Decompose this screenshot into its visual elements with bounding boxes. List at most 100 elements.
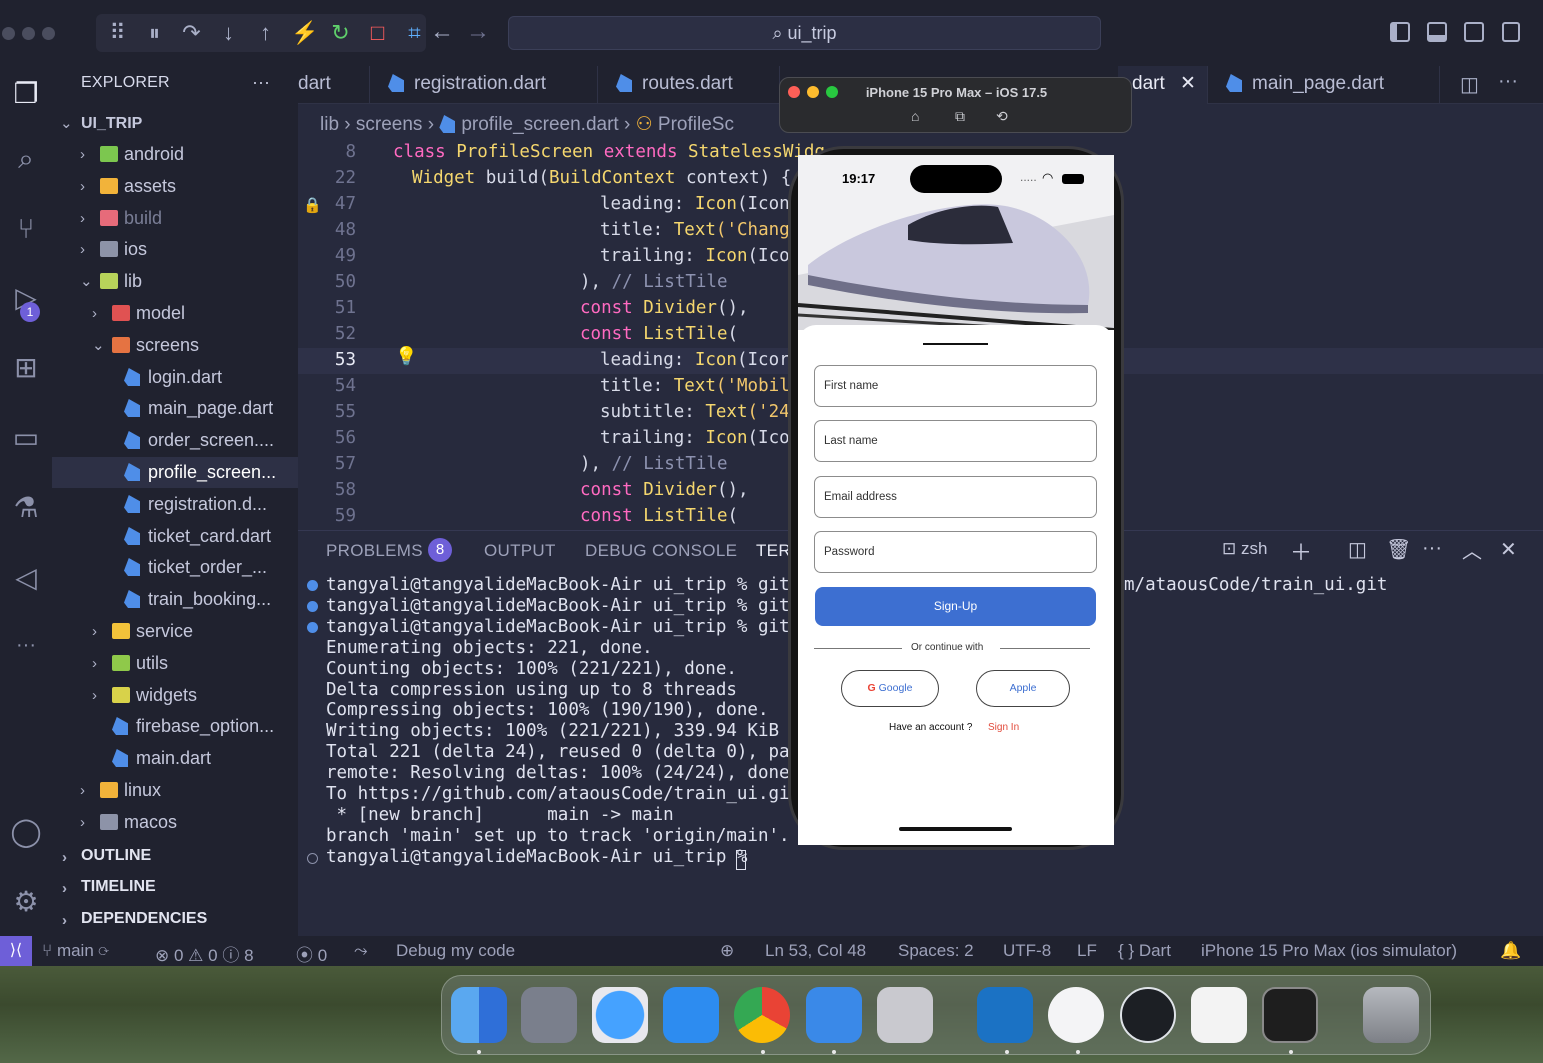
trash-can-icon[interactable] — [1363, 987, 1419, 1043]
app-store-icon[interactable] — [663, 987, 719, 1043]
forward-arrow-icon[interactable]: → — [466, 18, 490, 46]
first-name-field[interactable]: First name — [814, 365, 1097, 407]
file-tree-item[interactable]: › utils — [52, 648, 298, 679]
last-name-field[interactable]: Last name — [814, 420, 1097, 462]
file-tree-item[interactable]: › macos — [52, 807, 298, 838]
toggle-secondary-sidebar-icon[interactable] — [1464, 22, 1484, 42]
step-into-icon[interactable]: ↓ — [217, 14, 240, 52]
file-tree-item[interactable]: › service — [52, 616, 298, 647]
finder-icon[interactable] — [451, 987, 507, 1043]
settings-gear-icon[interactable]: ⚙ — [0, 876, 52, 926]
tab-routes[interactable]: routes.dart — [598, 66, 780, 104]
textedit-icon[interactable] — [1191, 987, 1247, 1043]
cursor-position[interactable]: Ln 53, Col 48 — [765, 941, 866, 961]
launchpad-icon[interactable] — [521, 987, 577, 1043]
toggle-panel-icon[interactable] — [1427, 22, 1447, 42]
tab-partial[interactable]: dart — [298, 66, 370, 104]
pause-icon[interactable]: ⏸ — [143, 14, 166, 52]
trash-icon[interactable]: 🗑 — [1386, 537, 1411, 562]
sign-up-button[interactable]: Sign-Up — [815, 587, 1096, 626]
explorer-root[interactable]: ⌄ UI_TRIP — [52, 108, 298, 139]
source-control-icon[interactable]: ⑂ — [0, 204, 52, 254]
lightbulb-icon[interactable]: 💡 — [395, 346, 417, 367]
debug-status[interactable]: ⤳ — [354, 941, 368, 961]
apple-button[interactable]: Apple — [976, 670, 1070, 707]
customize-layout-icon[interactable] — [1502, 22, 1520, 42]
debug-config[interactable]: Debug my code — [396, 941, 515, 961]
file-tree-item[interactable]: › model — [52, 298, 298, 329]
hot-reload-icon[interactable]: ⚡ — [291, 14, 318, 52]
step-over-icon[interactable]: ↷ — [180, 14, 203, 52]
browser-icon[interactable] — [1120, 987, 1176, 1043]
password-field[interactable]: Password — [814, 531, 1097, 573]
more-icon[interactable]: ··· — [0, 620, 52, 670]
file-tree-item[interactable]: registration.d... — [52, 489, 298, 520]
breadcrumb-screens[interactable]: screens — [356, 114, 423, 135]
terminal-shell[interactable]: ⊡ zsh — [1222, 539, 1267, 559]
step-out-icon[interactable]: ↑ — [254, 14, 277, 52]
encoding[interactable]: UTF-8 — [1003, 941, 1051, 961]
remote-explorer-icon[interactable]: ▭ — [0, 412, 52, 462]
section-outline[interactable]: › OUTLINE — [62, 847, 151, 866]
explorer-more-icon[interactable]: ··· — [252, 72, 270, 93]
explorer-icon[interactable]: ❐ — [0, 68, 52, 118]
file-tree-item[interactable]: ticket_card.dart — [52, 521, 298, 552]
window-minimize-button[interactable] — [22, 27, 35, 40]
split-editor-icon[interactable]: ◫ — [1460, 72, 1479, 97]
zoom-icon[interactable]: ⊕ — [720, 941, 734, 961]
file-tree-item[interactable]: › widgets — [52, 680, 298, 711]
tab-close-icon[interactable]: ✕ — [1180, 73, 1196, 94]
file-tree-item[interactable]: ⌄ screens — [52, 330, 298, 361]
tab-terminal[interactable]: TER — [756, 541, 791, 561]
notifications-icon[interactable]: 🔔 — [1500, 941, 1521, 961]
breadcrumb-lib[interactable]: lib — [320, 114, 339, 135]
window-close-button[interactable] — [2, 27, 15, 40]
problems-status[interactable]: ⊗ 0 ⚠ 0 ⓘ 8 — [155, 941, 254, 966]
ports-status[interactable]: ⦿ 0 — [296, 941, 327, 966]
language-mode[interactable]: { } Dart — [1118, 941, 1171, 961]
drag-handle-icon[interactable]: ⠿ — [106, 14, 129, 52]
window-zoom-button[interactable] — [42, 27, 55, 40]
file-tree-item[interactable]: ⌄ lib — [52, 266, 298, 297]
xcode-icon[interactable] — [806, 987, 862, 1043]
new-terminal-icon[interactable]: ＋ — [1290, 535, 1312, 567]
tab-output[interactable]: OUTPUT — [484, 541, 556, 561]
file-tree-item[interactable]: › android — [52, 139, 298, 170]
maximize-panel-icon[interactable]: ︿ — [1462, 535, 1482, 564]
flutter-icon[interactable]: ◁ — [0, 552, 52, 602]
file-tree-item[interactable]: › assets — [52, 171, 298, 202]
safari-icon[interactable] — [592, 987, 648, 1043]
file-tree-item[interactable]: firebase_option... — [52, 711, 298, 742]
email-field[interactable]: Email address — [814, 476, 1097, 518]
close-panel-icon[interactable]: ✕ — [1500, 537, 1517, 562]
indentation[interactable]: Spaces: 2 — [898, 941, 974, 961]
section-timeline[interactable]: › TIMELINE — [62, 878, 156, 897]
file-tree-item[interactable]: › ios — [52, 234, 298, 265]
file-tree-item[interactable]: order_screen.... — [52, 425, 298, 456]
file-tree-item[interactable]: main_page.dart — [52, 393, 298, 424]
simulator-icon[interactable] — [877, 987, 933, 1043]
inspect-icon[interactable]: ⌗ — [403, 14, 426, 52]
search-activity-icon[interactable]: ⌕ — [0, 134, 52, 184]
file-tree-item[interactable]: ticket_order_... — [52, 552, 298, 583]
breadcrumb-class[interactable]: ProfileSc — [658, 114, 734, 135]
remote-indicator-icon[interactable]: ⟩⟨ — [0, 936, 32, 966]
panel-more-icon[interactable]: ··· — [1422, 537, 1442, 560]
tab-main-page[interactable]: main_page.dart — [1208, 66, 1440, 104]
sign-in-link[interactable]: Sign In — [988, 722, 1019, 733]
rotate-icon[interactable]: ⟲ — [996, 108, 1008, 125]
editor-more-icon[interactable]: ··· — [1498, 70, 1518, 93]
toggle-sidebar-icon[interactable] — [1390, 22, 1410, 42]
google-button[interactable]: G Google — [841, 670, 939, 707]
stop-icon[interactable]: □ — [366, 14, 389, 52]
device-selector[interactable]: iPhone 15 Pro Max (ios simulator) — [1201, 941, 1457, 961]
chrome-icon[interactable] — [734, 987, 790, 1043]
section-dependencies[interactable]: › DEPENDENCIES — [62, 910, 207, 929]
vscode-icon[interactable] — [977, 987, 1033, 1043]
file-tree-item[interactable]: › build — [52, 203, 298, 234]
file-tree-item[interactable]: main.dart — [52, 743, 298, 774]
file-tree-item[interactable]: login.dart — [52, 362, 298, 393]
tab-registration[interactable]: registration.dart — [370, 66, 598, 104]
branch-status[interactable]: ⑂ main ⟳ — [42, 941, 109, 961]
testing-icon[interactable]: ⚗ — [0, 482, 52, 532]
